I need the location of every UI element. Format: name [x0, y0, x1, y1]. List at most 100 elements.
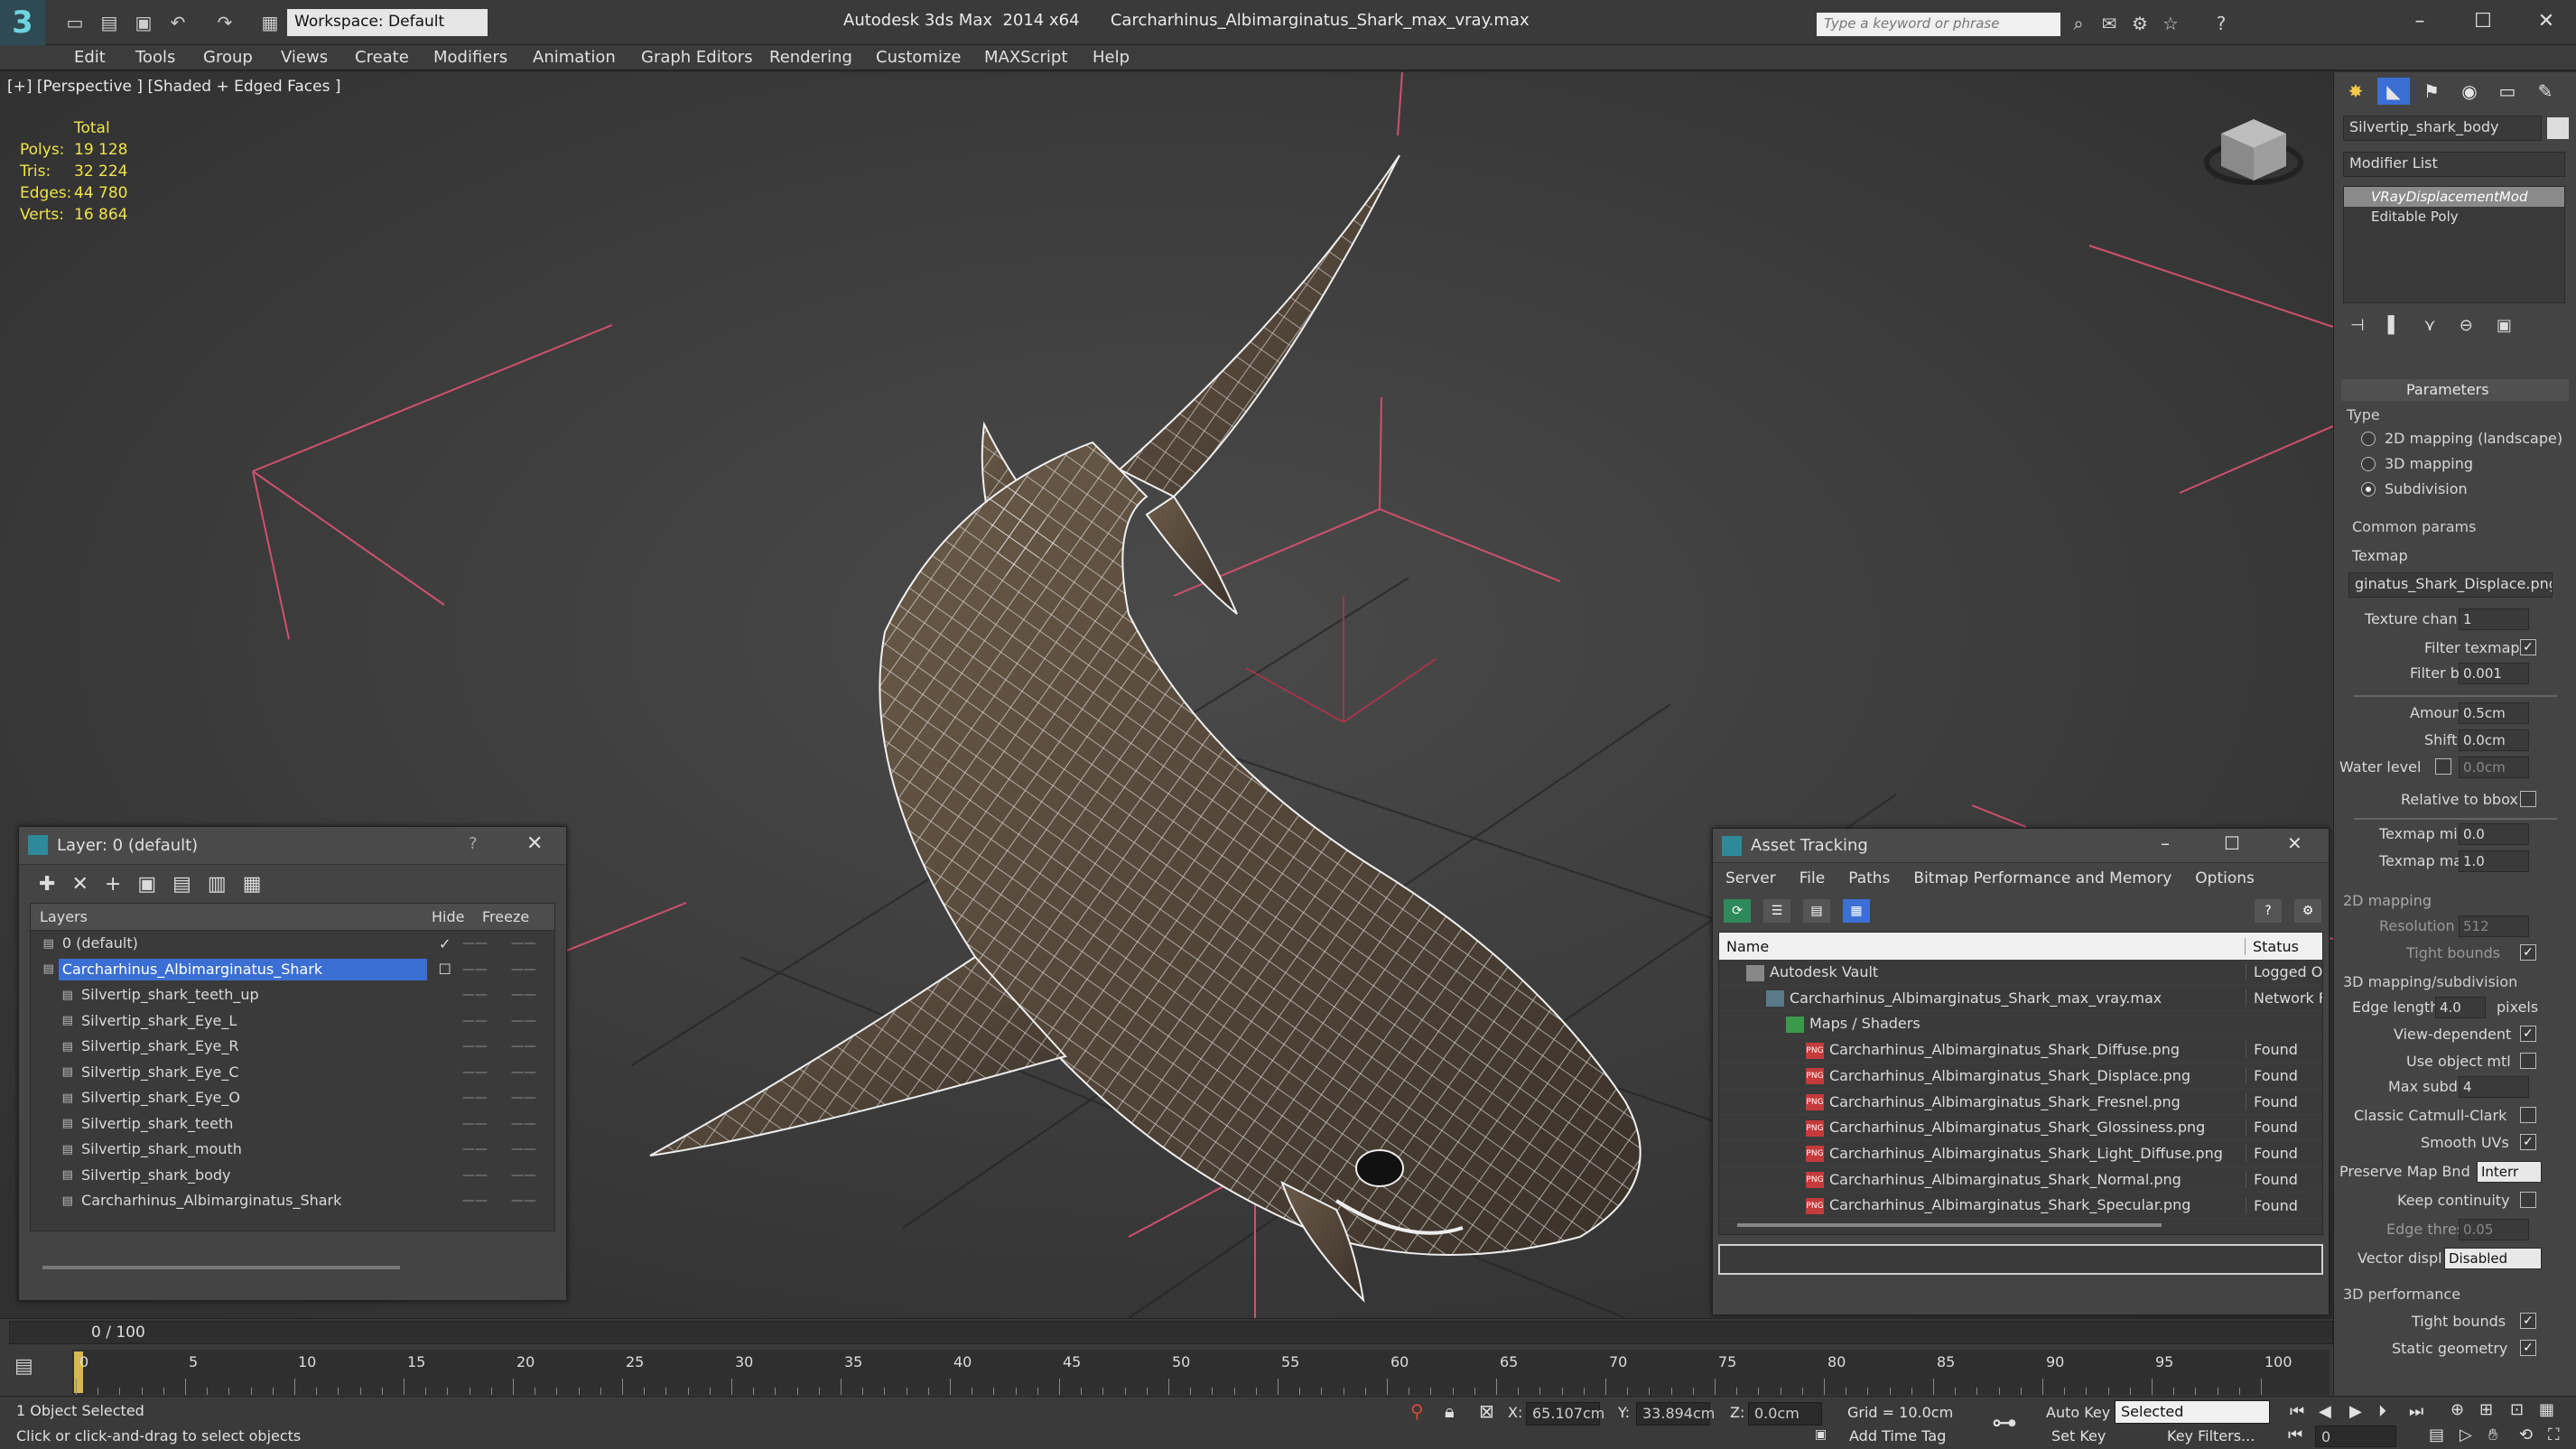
asset-path-field[interactable] [1718, 1244, 2323, 1275]
key-mode-toggle-icon[interactable]: ⏮ [2288, 1426, 2302, 1444]
workspace-dropdown[interactable]: Workspace: Default [287, 9, 488, 36]
static-geometry-checkbox[interactable]: ✓ [2520, 1340, 2536, 1356]
redo-icon[interactable]: ↷ [213, 11, 237, 34]
asset-row[interactable]: Carcharhinus_Albimarginatus_Shark_max_vr… [1719, 986, 2322, 1012]
maximize-viewport-icon[interactable]: ⛶ [2548, 1426, 2560, 1444]
asset-row[interactable]: PNG Carcharhinus_Albimarginatus_Shark_Nor… [1719, 1167, 2322, 1194]
max-subdivs-spinner[interactable]: 4 [2459, 1076, 2529, 1098]
hide-toggle[interactable]: —— [462, 1065, 511, 1080]
close-icon[interactable]: ✕ [2287, 832, 2302, 854]
field-of-view-icon[interactable]: ▷ [2460, 1426, 2472, 1444]
asset-row[interactable]: PNG Carcharhinus_Albimarginatus_Shark_Dis… [1719, 1064, 2322, 1090]
orbit-icon[interactable]: ⟲ [2519, 1426, 2533, 1444]
favorites-star-icon[interactable]: ☆ [2158, 11, 2183, 36]
key-filters-button[interactable]: Key Filters... [2167, 1427, 2255, 1444]
zoom-extents-icon[interactable]: ⊡ [2510, 1400, 2524, 1419]
menu-customize[interactable]: Customize [876, 47, 961, 69]
time-slider[interactable]: 0 / 100 [9, 1321, 2333, 1344]
name-column-header[interactable]: Name [1719, 937, 2246, 955]
hierarchy-tab-icon[interactable]: ⚑ [2415, 78, 2448, 105]
y-coordinate-field[interactable]: 33.894cm [1636, 1402, 1715, 1426]
texmap-button[interactable]: ginatus_Shark_Displace.png) [2348, 572, 2553, 598]
catmull-clark-checkbox[interactable] [2520, 1107, 2536, 1123]
stack-item-vray-displacement[interactable]: VRayDisplacementMod [2344, 187, 2564, 207]
use-object-mtl-checkbox[interactable] [2520, 1053, 2536, 1069]
asset-row[interactable]: PNG Carcharhinus_Albimarginatus_Shark_Glo… [1719, 1115, 2322, 1141]
utilities-tab-icon[interactable]: ✎ [2529, 78, 2562, 105]
relative-bbox-checkbox[interactable] [2520, 791, 2536, 807]
set-key-button[interactable]: Set Key [2051, 1427, 2106, 1444]
undo-icon[interactable]: ↶ [166, 11, 190, 34]
selection-lock-icon[interactable]: 🔒︎ [1445, 1400, 1455, 1422]
layer-row[interactable]: ▤ Silvertip_shark_teeth —— —— [31, 1111, 554, 1138]
menu-file[interactable]: File [1799, 869, 1825, 887]
exchange-icon[interactable]: ⚙ [2127, 11, 2153, 36]
binoculars-icon[interactable]: ⌕ [2066, 11, 2091, 36]
freeze-toggle[interactable]: —— [511, 962, 554, 977]
freeze-toggle[interactable]: —— [511, 1091, 554, 1105]
hide-toggle[interactable]: —— [462, 936, 511, 951]
display-tab-icon[interactable]: ▭ [2491, 78, 2524, 105]
hide-column-header[interactable]: Hide [432, 908, 482, 925]
amount-spinner[interactable]: 0.5cm [2459, 702, 2529, 724]
x-coordinate-field[interactable]: 65.107cm [1526, 1402, 1604, 1426]
mapping-3d-radio[interactable] [2361, 457, 2376, 471]
tight-bounds-2-checkbox[interactable]: ✓ [2520, 1313, 2536, 1329]
search-input[interactable]: Type a keyword or phrase [1817, 13, 2060, 36]
zoom-icon[interactable]: ⊕ [2450, 1400, 2464, 1419]
delete-layer-icon[interactable]: ✕ [71, 873, 88, 896]
freeze-toggle[interactable]: —— [511, 936, 554, 951]
freeze-toggle[interactable]: —— [511, 1194, 554, 1208]
make-unique-icon[interactable]: ⋎ [2424, 316, 2436, 341]
horizontal-scrollbar[interactable] [1737, 1223, 2162, 1227]
add-time-tag-button[interactable]: Add Time Tag [1849, 1427, 1946, 1444]
remove-modifier-icon[interactable]: ⊖ [2460, 316, 2473, 341]
help-icon[interactable]: ? [2209, 11, 2234, 36]
freeze-toggle[interactable]: —— [511, 1065, 554, 1080]
zoom-extents-all-icon[interactable]: ▦ [2539, 1400, 2554, 1419]
add-to-layer-icon[interactable]: + [105, 873, 121, 896]
key-mode-dropdown[interactable]: Selected [2115, 1400, 2270, 1424]
layer-row[interactable]: ▤ Silvertip_shark_body —— —— [31, 1163, 554, 1189]
menu-create[interactable]: Create [355, 47, 409, 69]
status-column-header[interactable]: Status [2246, 938, 2322, 955]
app-menu-button[interactable]: 3 [0, 0, 45, 45]
motion-tab-icon[interactable]: ◉ [2453, 78, 2486, 105]
texture-chan-spinner[interactable]: 1 [2459, 608, 2529, 630]
z-coordinate-field[interactable]: 0.0cm [1748, 1402, 1822, 1426]
menu-server[interactable]: Server [1725, 869, 1776, 887]
key-icon[interactable]: ⊶ [1992, 1407, 2017, 1437]
menu-group[interactable]: Group [203, 47, 253, 69]
menu-animation[interactable]: Animation [533, 47, 616, 69]
asset-row[interactable]: PNG Carcharhinus_Albimarginatus_Shark_Lig… [1719, 1141, 2322, 1167]
edge-length-spinner[interactable]: 4.0 [2435, 997, 2486, 1018]
help-icon[interactable]: ? [469, 834, 478, 853]
asset-row[interactable]: Maps / Shaders [1719, 1011, 2322, 1038]
hide-toggle[interactable]: —— [462, 962, 511, 977]
hide-toggle[interactable]: —— [462, 1039, 511, 1054]
play-icon[interactable]: ▶ [2349, 1402, 2362, 1421]
freeze-toggle[interactable]: —— [511, 1142, 554, 1156]
minimize-icon[interactable]: – [2402, 5, 2438, 38]
freeze-toggle[interactable]: —— [511, 1039, 554, 1054]
open-file-icon[interactable]: ▤ [98, 11, 121, 34]
parameters-rollout[interactable]: Parameters [2341, 379, 2569, 401]
curve-editor-icon[interactable]: ▤ [14, 1355, 51, 1388]
asset-row[interactable]: PNG Carcharhinus_Albimarginatus_Shark_Spe… [1719, 1193, 2322, 1219]
menu-maxscript[interactable]: MAXScript [984, 47, 1067, 69]
layer-row[interactable]: ▤ Silvertip_shark_Eye_O —— —— [31, 1085, 554, 1111]
menu-help[interactable]: Help [1093, 47, 1130, 69]
freeze-toggle[interactable]: —— [511, 1168, 554, 1183]
create-tab-icon[interactable]: ✸ [2339, 78, 2372, 105]
menu-edit[interactable]: Edit [74, 47, 106, 69]
asset-row[interactable]: PNG Carcharhinus_Albimarginatus_Shark_Dif… [1719, 1037, 2322, 1064]
hide-all-icon[interactable]: ▥ [208, 873, 227, 896]
minimize-icon[interactable]: – [2161, 832, 2170, 854]
track-bar[interactable]: 0 5 10 15 20 25 30 35 40 45 50 55 60 65 70 75 80 85 90 95 10… [72, 1350, 2330, 1395]
stack-item-editable-poly[interactable]: Editable Poly [2344, 207, 2564, 227]
menu-bitmap-performance[interactable]: Bitmap Performance and Memory [1913, 869, 2171, 887]
modifier-list-dropdown[interactable]: Modifier List [2343, 152, 2565, 177]
layer-row[interactable]: ▤ Carcharhinus_Albimarginatus_Shark ☐ —— —— [31, 957, 554, 983]
help-icon[interactable]: ? [2255, 899, 2282, 923]
show-end-result-icon[interactable]: ▌ [2388, 316, 2401, 341]
